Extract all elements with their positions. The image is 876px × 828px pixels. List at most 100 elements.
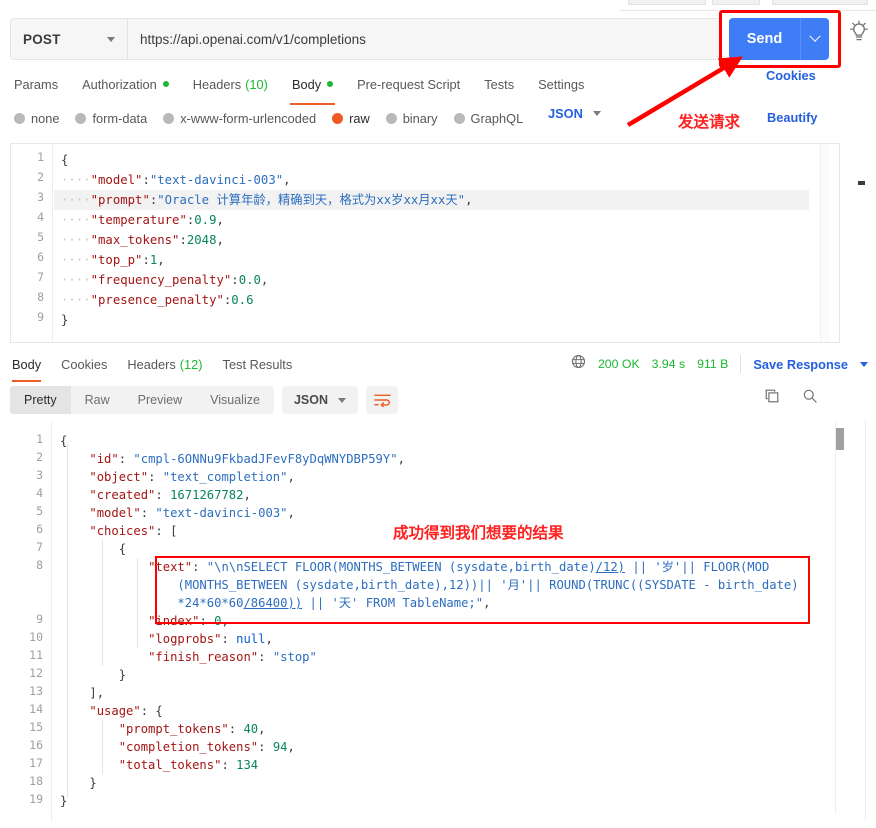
tab-params-label: Params [14,77,58,92]
save-response-button[interactable]: Save Response [753,357,848,372]
tab-pre-request-script[interactable]: Pre-request Script [345,68,472,100]
view-mode-visualize[interactable]: Visualize [196,386,274,414]
tab-body[interactable]: Body [280,68,345,100]
globe-icon[interactable] [571,354,586,374]
response-size[interactable]: 911 B [697,357,728,371]
response-editor-scroll-thumb[interactable] [836,428,844,450]
resp-line-9: "index": 0, [60,612,229,630]
line-number: 1 [36,432,43,446]
view-mode-raw[interactable]: Raw [71,386,124,414]
request-gutter: 1 2 3 4 5 6 7 8 9 [11,144,53,342]
response-status[interactable]: 200 OK [598,357,640,371]
body-type-raw-label: raw [349,111,370,126]
tab-params[interactable]: Params [10,68,70,100]
chevron-down-icon[interactable] [860,362,868,367]
body-type-binary[interactable]: binary [386,111,438,126]
line-number: 1 [37,150,44,164]
body-type-urlencoded[interactable]: x-www-form-urlencoded [163,111,316,126]
radio-icon [454,113,465,124]
tab-pre-request-script-label: Pre-request Script [357,77,460,92]
response-view-toolbar: Pretty Raw Preview Visualize JSON [10,386,398,414]
line-number: 9 [37,310,44,324]
response-code[interactable]: { "id": "cmpl-6ONNu9FkbadJFevF8yDqWNYDBP… [60,422,840,822]
radio-icon-selected [332,113,343,124]
body-type-none[interactable]: none [14,111,59,126]
response-gutter: 1 2 3 4 5 6 7 8 9 10 11 12 13 14 15 16 1… [10,422,52,822]
tab-headers-label: Headers [193,77,241,92]
resp-line-6: "choices": [ [60,522,177,540]
view-mode-pretty[interactable]: Pretty [10,386,71,414]
http-method-label: POST [23,32,61,47]
request-url-input[interactable]: https://api.openai.com/v1/completions [128,19,719,59]
view-mode-preview[interactable]: Preview [124,386,196,414]
response-tab-headers[interactable]: Headers (12) [117,350,212,378]
line-number: 11 [29,648,43,662]
line-number: 15 [29,720,43,734]
body-type-form-data[interactable]: form-data [75,111,147,126]
body-status-dot [327,81,333,87]
radio-icon [386,113,397,124]
response-format-select[interactable]: JSON [282,386,358,414]
body-type-graphql-label: GraphQL [471,111,524,126]
line-number: 10 [29,630,43,644]
response-tab-cookies[interactable]: Cookies [51,350,117,378]
postman-window: POST https://api.openai.com/v1/completio… [0,0,876,828]
body-type-raw[interactable]: raw [332,111,370,126]
request-format-select[interactable]: JSON [548,106,601,121]
line-number: 5 [36,504,43,518]
request-code[interactable]: { ····"model":"text-davinci-003", ····"p… [61,144,839,342]
resp-line-8c: *24*60*60/86400)) || '天' FROM TableName;… [60,594,490,612]
tab-settings[interactable]: Settings [526,68,596,100]
request-body-editor[interactable]: 1 2 3 4 5 6 7 8 9 { ····"model":"text-da… [10,143,840,343]
http-method-select[interactable]: POST [11,19,128,59]
line-number: 14 [29,702,43,716]
tab-tests-label: Tests [484,77,514,92]
resp-line-11: "finish_reason": "stop" [60,648,317,666]
response-time[interactable]: 3.94 s [652,357,686,371]
chrome-tab-3[interactable] [772,0,868,5]
lightbulb-icon[interactable] [848,20,870,44]
response-tab-body-label: Body [12,357,41,372]
tab-authorization-label: Authorization [82,77,157,92]
copy-icon[interactable] [764,388,780,409]
chrome-tab-1[interactable] [628,0,706,5]
resp-line-16: "completion_tokens": 94, [60,738,295,756]
search-icon[interactable] [802,388,818,409]
body-type-urlencoded-label: x-www-form-urlencoded [180,111,316,126]
cookies-link[interactable]: Cookies [766,68,816,83]
line-number: 12 [29,666,43,680]
response-body-editor[interactable]: 1 2 3 4 5 6 7 8 9 10 11 12 13 14 15 16 1… [10,422,840,822]
chrome-tab-2[interactable] [712,0,760,5]
tab-settings-label: Settings [538,77,584,92]
body-type-graphql[interactable]: GraphQL [454,111,524,126]
line-number: 6 [37,250,44,264]
line-number: 8 [36,558,43,572]
line-number: 3 [37,190,44,204]
line-number: 4 [36,486,43,500]
beautify-link[interactable]: Beautify [767,110,818,125]
resp-line-5: "model": "text-davinci-003", [60,504,295,522]
request-editor-scroll-thumb[interactable] [858,181,865,185]
line-number: 4 [37,210,44,224]
line-number: 3 [36,468,43,482]
tab-tests[interactable]: Tests [472,68,526,100]
response-tab-body[interactable]: Body [8,350,51,378]
tab-headers[interactable]: Headers (10) [181,68,280,100]
tab-authorization[interactable]: Authorization [70,68,181,100]
code-line-1: { [61,150,68,170]
request-editor-scrollbar[interactable] [820,144,829,342]
response-action-icons [764,388,818,409]
wrap-lines-button[interactable] [366,386,398,414]
resp-line-15: "prompt_tokens": 40, [60,720,265,738]
response-tab-test-results[interactable]: Test Results [213,350,303,378]
line-number: 16 [29,738,43,752]
resp-line-2: "id": "cmpl-6ONNu9FkbadJFevF8yDqWNYDBP59… [60,450,405,468]
resp-line-18: } [60,774,97,792]
response-editor-scrollbar[interactable] [835,422,844,814]
send-options-chevron-icon[interactable] [801,18,829,60]
send-button[interactable]: Send [729,18,801,60]
headers-count: (10) [245,77,268,92]
resp-line-12: } [60,666,126,684]
line-number: 6 [36,522,43,536]
line-number: 19 [29,792,43,806]
